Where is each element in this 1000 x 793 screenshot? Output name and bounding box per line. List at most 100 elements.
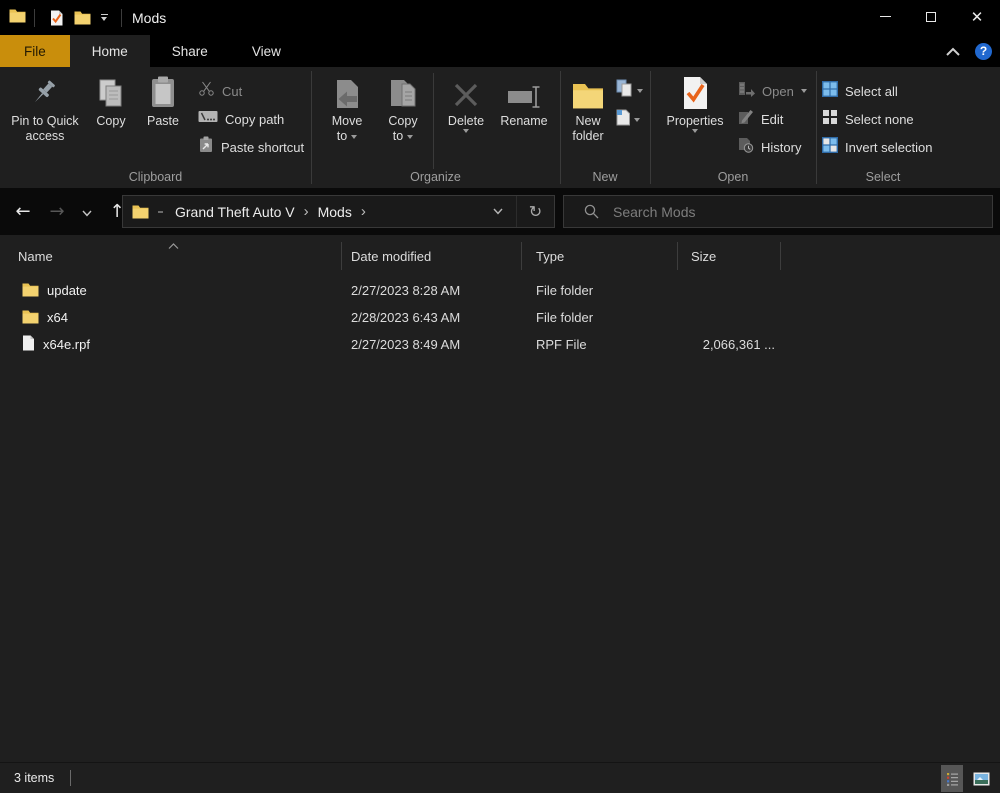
- details-view-icon: [946, 772, 959, 786]
- group-label-clipboard: Clipboard: [0, 170, 311, 184]
- copy-to-button[interactable]: Copyto: [377, 72, 429, 144]
- breadcrumb-segment-current[interactable]: Mods: [314, 204, 356, 220]
- history-button[interactable]: History: [738, 135, 801, 159]
- titlebar-divider: [34, 9, 35, 27]
- select-none-button[interactable]: Select none: [822, 107, 914, 131]
- search-box[interactable]: [563, 195, 993, 228]
- chevron-down-icon: [407, 135, 413, 139]
- chevron-down-icon: [634, 118, 640, 122]
- move-to-button[interactable]: Moveto: [321, 72, 373, 144]
- ribbon-group-new: Newfolder New: [560, 67, 650, 188]
- breadcrumb-segment-root[interactable]: Grand Theft Auto V: [171, 204, 299, 220]
- new-folder-icon: [572, 72, 604, 110]
- group-label-open: Open: [650, 170, 816, 184]
- properties-button[interactable]: Properties: [658, 72, 732, 133]
- file-row-x64[interactable]: x64 2/28/2023 6:43 AM File folder: [0, 304, 1000, 331]
- paste-icon: [149, 72, 177, 110]
- qat-new-folder-button[interactable]: [69, 5, 95, 31]
- select-all-icon: [822, 81, 838, 102]
- refresh-button[interactable]: ↻: [516, 196, 554, 227]
- copy-path-button[interactable]: Copy path: [198, 107, 284, 131]
- chevron-down-icon: [801, 89, 807, 93]
- pin-to-quick-access-button[interactable]: Pin to Quickaccess: [6, 72, 84, 144]
- tab-view[interactable]: View: [230, 35, 303, 67]
- cut-button[interactable]: Cut: [198, 79, 242, 103]
- ribbon-tab-row: File Home Share View: [0, 35, 1000, 67]
- delete-x-icon: [451, 72, 481, 110]
- tab-share[interactable]: Share: [150, 35, 230, 67]
- new-folder-button[interactable]: Newfolder: [562, 72, 614, 144]
- column-header-name[interactable]: Name: [0, 242, 342, 270]
- easy-access-button[interactable]: [616, 79, 643, 102]
- column-header-filler: [781, 242, 1000, 270]
- chevron-down-icon: [692, 129, 698, 133]
- titlebar-divider: [121, 9, 122, 27]
- address-dropdown-chevron-icon[interactable]: [480, 196, 516, 227]
- breadcrumb-separator: [158, 211, 163, 213]
- back-button[interactable]: ←: [6, 201, 40, 222]
- tab-file[interactable]: File: [0, 35, 70, 67]
- recent-locations-chevron-icon[interactable]: [74, 201, 100, 222]
- minimize-button[interactable]: [862, 0, 908, 33]
- address-bar[interactable]: Grand Theft Auto V › Mods › ↻: [122, 195, 555, 228]
- paste-button[interactable]: Paste: [138, 72, 188, 129]
- file-rows: update 2/27/2023 8:28 AM File folder x64…: [0, 277, 1000, 358]
- group-label-select: Select: [816, 170, 950, 184]
- chevron-down-icon: [351, 135, 357, 139]
- statusbar-divider: [70, 770, 71, 786]
- paste-shortcut-icon: [198, 136, 214, 158]
- forward-button[interactable]: →: [40, 201, 74, 222]
- tab-home[interactable]: Home: [70, 35, 150, 67]
- ribbon-inner-divider: [433, 73, 434, 169]
- paste-shortcut-button[interactable]: Paste shortcut: [198, 135, 304, 159]
- easy-access-icon: [616, 79, 633, 102]
- help-icon[interactable]: ?: [975, 43, 992, 60]
- close-button[interactable]: ✕: [954, 0, 1000, 33]
- collapse-ribbon-chevron-icon[interactable]: [945, 43, 961, 59]
- qat-properties-button[interactable]: [43, 5, 69, 31]
- thumbnail-view-button[interactable]: [970, 765, 992, 792]
- column-header-date-modified[interactable]: Date modified: [342, 242, 522, 270]
- column-header-type[interactable]: Type: [522, 242, 678, 270]
- properties-icon: [681, 72, 709, 110]
- title-bar: Mods ✕: [0, 0, 1000, 35]
- folder-app-icon: [9, 8, 26, 28]
- delete-button[interactable]: Delete: [439, 72, 493, 133]
- rename-icon: [506, 72, 542, 110]
- breadcrumb-folder-icon[interactable]: [132, 204, 149, 219]
- copy-path-icon: [198, 110, 218, 128]
- new-item-button[interactable]: [616, 109, 640, 131]
- ribbon-group-open: Properties Open Edit History: [650, 67, 816, 188]
- chevron-down-icon: [637, 89, 643, 93]
- file-row-update[interactable]: update 2/27/2023 8:28 AM File folder: [0, 277, 1000, 304]
- file-row-x64e-rpf[interactable]: x64e.rpf 2/27/2023 8:49 AM RPF File 2,06…: [0, 331, 1000, 358]
- edit-button[interactable]: Edit: [738, 107, 783, 131]
- chevron-right-icon[interactable]: ›: [299, 203, 314, 220]
- pushpin-icon: [30, 72, 60, 110]
- column-headers: Name Date modified Type Size: [0, 240, 1000, 272]
- move-to-icon: [333, 72, 361, 110]
- caption-buttons: ✕: [862, 0, 1000, 33]
- maximize-button[interactable]: [908, 0, 954, 33]
- copy-to-icon: [388, 72, 418, 110]
- open-button[interactable]: Open: [738, 79, 807, 103]
- search-input[interactable]: [613, 204, 943, 220]
- chevron-down-icon: [463, 129, 469, 133]
- navigation-bar: ← → ↑ Grand Theft Auto V › Mods › ↻: [0, 188, 1000, 235]
- copy-button[interactable]: Copy: [88, 72, 134, 129]
- column-header-size[interactable]: Size: [678, 242, 781, 270]
- invert-selection-button[interactable]: Invert selection: [822, 135, 932, 159]
- chevron-right-icon[interactable]: ›: [356, 203, 371, 220]
- scissors-icon: [198, 80, 215, 102]
- thumbnail-view-icon: [973, 772, 990, 786]
- select-all-button[interactable]: Select all: [822, 79, 898, 103]
- group-label-organize: Organize: [311, 170, 560, 184]
- search-icon: [564, 204, 613, 219]
- new-item-icon: [616, 109, 630, 131]
- explorer-window: Mods ✕ File Home Share View ? Pin to Qui…: [0, 0, 1000, 793]
- rename-button[interactable]: Rename: [495, 72, 553, 129]
- qat-customize-chevron-icon[interactable]: [95, 5, 113, 31]
- invert-selection-icon: [822, 137, 838, 158]
- details-view-button[interactable]: [941, 765, 963, 792]
- folder-icon: [22, 282, 39, 300]
